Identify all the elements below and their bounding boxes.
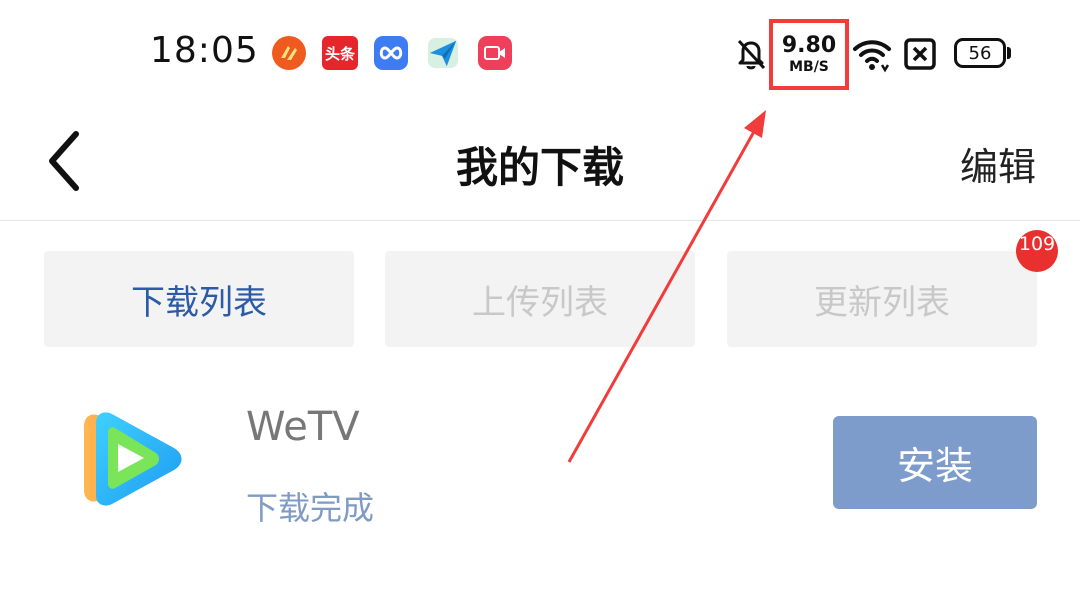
battery-tip	[1007, 47, 1011, 59]
bell-muted-icon	[734, 36, 768, 72]
status-bar: 18:05 头条 9.80 MB/S 56	[0, 0, 1080, 108]
page-title: 我的下载	[455, 143, 624, 192]
network-speed-value: 9.80	[781, 33, 837, 58]
tab-upload-list[interactable]: 上传列表	[385, 251, 695, 347]
battery-icon: 56	[954, 38, 1006, 68]
screen-record-icon	[478, 36, 512, 70]
paper-plane-icon	[426, 36, 460, 70]
update-count-badge: 109	[1016, 230, 1058, 272]
wetv-logo-icon	[74, 408, 188, 508]
network-speed-unit: MB/S	[789, 59, 829, 75]
install-button[interactable]: 安装	[833, 416, 1037, 509]
status-time: 18:05	[150, 30, 259, 71]
page-header: 我的下载 编辑	[0, 108, 1080, 221]
download-status: 下载完成	[246, 489, 375, 527]
tab-update-list[interactable]: 更新列表	[727, 251, 1037, 347]
wifi-icon	[852, 37, 892, 73]
edit-button[interactable]: 编辑	[960, 136, 1036, 191]
tab-download-list[interactable]: 下载列表	[44, 251, 354, 347]
infinity-app-icon	[374, 36, 408, 70]
app-name: WeTV	[246, 404, 360, 450]
app-notification-icon	[272, 36, 306, 70]
toutiao-icon: 头条	[322, 36, 358, 70]
network-speed-indicator: 9.80 MB/S	[769, 19, 849, 90]
no-sim-icon	[904, 38, 936, 70]
